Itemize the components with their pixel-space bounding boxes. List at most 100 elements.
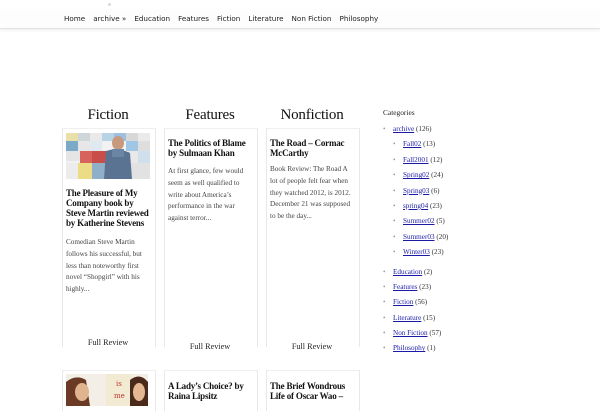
fiction-next-article-card: is me <box>62 370 156 411</box>
bullet-icon: • <box>393 171 396 180</box>
svg-text:me: me <box>114 392 125 400</box>
article-excerpt: Comedian Steve Martin follows his succes… <box>66 238 142 294</box>
subcategory-link-spring04[interactable]: spring04 <box>403 202 428 210</box>
nonfiction-column: Nonfiction The Road – Cormac McCarthy Bo… <box>266 104 360 411</box>
bullet-icon: • <box>383 267 386 276</box>
main-navigation-bar: Home archive » Education Features Fictio… <box>0 9 600 29</box>
fiction-article-card: The Pleasure of My Company book by Steve… <box>62 128 156 347</box>
category-count: (12) <box>430 155 443 164</box>
subcategory-item-winter03: • Winter03 (23) <box>393 247 523 262</box>
subcategory-item-summer02: • Summer02 (5) <box>393 216 523 231</box>
bullet-icon: • <box>393 155 396 164</box>
bullet-icon: • <box>393 232 396 241</box>
article-title[interactable]: A Lady’s Choice? by Raina Lipsitz <box>168 381 254 401</box>
category-link-philosophy[interactable]: Philosophy <box>393 344 425 352</box>
features-column: Features The Politics of Blame by Sulmaa… <box>164 104 258 411</box>
bullet-icon: • <box>383 313 386 322</box>
bullet-icon: • <box>393 217 396 226</box>
full-review-link[interactable]: Full Review <box>164 342 256 351</box>
category-item-fiction: • Fiction (56) <box>383 297 523 312</box>
subcategory-link-spring02[interactable]: Spring02 <box>403 171 429 179</box>
nonfiction-article-card: The Road – Cormac McCarthy Book Review: … <box>266 128 360 347</box>
nav-item-fiction[interactable]: Fiction <box>213 14 244 23</box>
full-review-link[interactable]: Full Review <box>266 342 358 351</box>
category-item-non-fiction: • Non Fiction (57) <box>383 328 523 343</box>
category-item-archive: • archive (126) <box>383 124 523 139</box>
subcategory-item-summer03: • Summer03 (20) <box>393 232 523 247</box>
article-title[interactable]: The Politics of Blame by Sulmaan Khan <box>168 138 254 158</box>
category-count: (2) <box>423 267 433 276</box>
category-item-philosophy: • Philosophy (1) <box>383 343 523 358</box>
subcategory-link-summer03[interactable]: Summer03 <box>403 233 435 241</box>
subcategory-link-fall02[interactable]: Fall02 <box>403 140 421 148</box>
category-link-archive[interactable]: archive <box>393 125 414 133</box>
article-title[interactable]: The Brief Wondrous Life of Oscar Wao – <box>270 381 356 401</box>
category-count: (126) <box>415 125 432 133</box>
bullet-icon: • <box>383 329 386 338</box>
article-excerpt: At first glance, few would seem as well … <box>168 167 244 223</box>
category-item-features: • Features (23) <box>383 282 523 297</box>
category-count: (15) <box>423 313 436 322</box>
nav-menu: Home archive » Education Features Fictio… <box>60 9 382 28</box>
category-item-education: • Education (2) <box>383 267 523 282</box>
bullet-icon: • <box>393 186 396 195</box>
article-excerpt: Book Review: The Road A lot of people fe… <box>270 165 351 221</box>
category-link-non-fiction[interactable]: Non Fiction <box>393 329 428 337</box>
bullet-icon: • <box>393 201 396 210</box>
category-count: (23) <box>431 248 444 257</box>
bullet-icon: • <box>393 248 396 257</box>
column-title-fiction: Fiction <box>87 107 129 123</box>
category-count: (1) <box>427 344 436 353</box>
subcategory-link-spring03[interactable]: Spring03 <box>403 187 429 195</box>
category-count: (56) <box>415 298 428 307</box>
book-cover-thumbnail[interactable]: is me <box>66 374 148 406</box>
sidebar-heading: Categories <box>383 108 415 117</box>
nav-item-education[interactable]: Education <box>130 14 174 23</box>
category-count: (13) <box>423 140 436 149</box>
article-title[interactable]: The Pleasure of My Company book by Steve… <box>66 188 152 228</box>
top-dot <box>108 3 111 6</box>
archive-subcategories: • Fall02 (13) • Fall2001 (12) • Spring02 (2… <box>383 139 523 262</box>
subcategory-link-fall2001[interactable]: Fall2001 <box>403 156 429 164</box>
subcategory-link-winter03[interactable]: Winter03 <box>403 248 430 256</box>
nav-item-features[interactable]: Features <box>174 14 213 23</box>
category-count: (24) <box>431 171 444 180</box>
subcategory-link-summer02[interactable]: Summer02 <box>403 217 435 225</box>
category-count: (23) <box>419 282 432 291</box>
svg-text:is: is <box>116 380 122 388</box>
nav-item-archive[interactable]: archive » <box>89 14 130 23</box>
bullet-icon: • <box>383 125 386 133</box>
subcategory-item-spring03: • Spring03 (6) <box>393 186 523 201</box>
subcategory-list: • Fall02 (13) • Fall2001 (12) • Spring02 (2… <box>383 139 523 262</box>
features-next-article-card: A Lady’s Choice? by Raina Lipsitz <box>164 370 258 411</box>
nav-item-home[interactable]: Home <box>60 14 89 23</box>
nav-item-philosophy[interactable]: Philosophy <box>336 14 383 23</box>
full-review-link[interactable]: Full Review <box>62 338 154 347</box>
nav-item-non-fiction[interactable]: Non Fiction <box>288 14 336 23</box>
bullet-icon: • <box>383 282 386 291</box>
fiction-column: Fiction The Pleasure of My Company book … <box>62 104 156 411</box>
features-article-card: The Politics of Blame by Sulmaan Khan At… <box>164 128 258 347</box>
category-link-education[interactable]: Education <box>393 268 422 276</box>
category-count: (20) <box>436 232 449 241</box>
column-title-nonfiction: Nonfiction <box>280 107 344 123</box>
nonfiction-next-article-card: The Brief Wondrous Life of Oscar Wao – <box>266 370 360 411</box>
bullet-icon: • <box>383 344 386 353</box>
category-list: • archive (126) • Fall02 (13) • Fall2001 (… <box>383 124 523 359</box>
bullet-icon: • <box>393 140 396 149</box>
bullet-icon: • <box>383 298 386 307</box>
article-title[interactable]: The Road – Cormac McCarthy <box>270 138 356 158</box>
category-count: (23) <box>429 201 442 210</box>
category-count: (6) <box>431 186 440 195</box>
category-link-features[interactable]: Features <box>393 283 417 291</box>
book-cover-thumbnail[interactable] <box>66 133 150 179</box>
subcategory-item-spring04: • spring04 (23) <box>393 201 523 216</box>
nav-item-literature[interactable]: Literature <box>244 14 287 23</box>
subcategory-item-spring02: • Spring02 (24) <box>393 170 523 185</box>
category-link-fiction[interactable]: Fiction <box>393 298 413 306</box>
category-count: (57) <box>429 329 442 338</box>
categories-sidebar: Categories • archive (126) • Fall02 (13) … <box>383 108 523 359</box>
category-link-literature[interactable]: Literature <box>393 314 421 322</box>
category-item-literature: • Literature (15) <box>383 313 523 328</box>
subcategory-item-fall02: • Fall02 (13) <box>393 139 523 154</box>
